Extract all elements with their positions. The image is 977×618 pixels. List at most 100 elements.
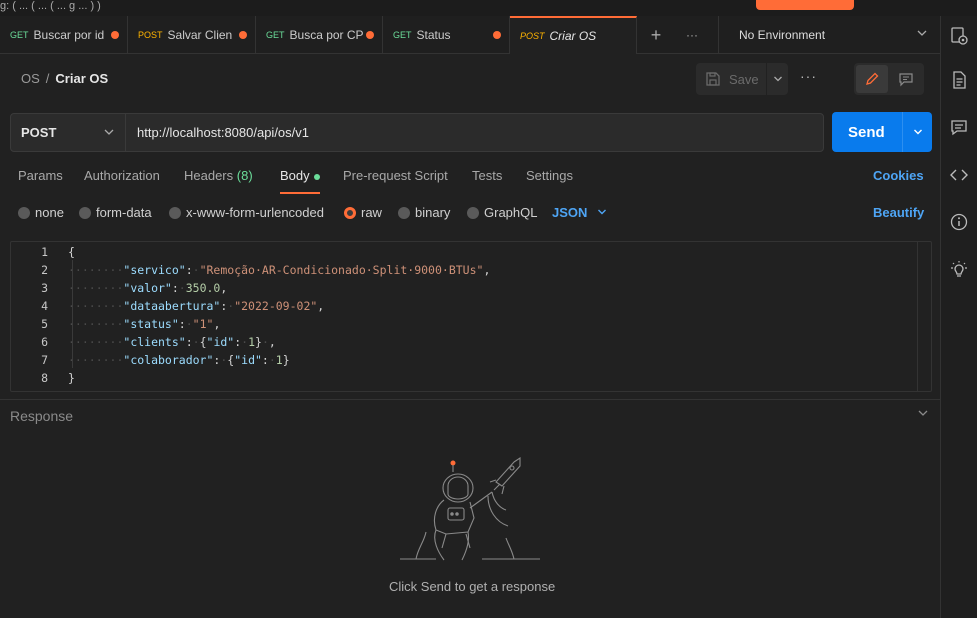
tab-busca-por-cpf[interactable]: GET Busca por CPF — [256, 16, 383, 54]
lightbulb-icon[interactable] — [948, 259, 970, 281]
collapse-chevron-icon[interactable] — [917, 407, 929, 419]
radio-circle — [398, 206, 410, 219]
tab-criar-os[interactable]: POST Criar OS — [510, 16, 637, 54]
line-number: 5 — [41, 317, 48, 331]
tab-method: GET — [10, 30, 29, 40]
comment-icon — [899, 73, 913, 87]
editor-scrollbar[interactable] — [917, 242, 931, 391]
breadcrumb-separator: / — [45, 71, 50, 86]
tab-method: POST — [138, 30, 163, 40]
send-button[interactable]: Send — [832, 112, 932, 152]
tab-body-label: Body — [280, 168, 310, 183]
empty-response-message: Click Send to get a response — [389, 579, 556, 594]
beautify-link[interactable]: Beautify — [873, 205, 924, 220]
upgrade-button[interactable] — [756, 0, 854, 10]
code-line: { — [68, 245, 75, 259]
language-select[interactable]: JSON — [552, 205, 607, 220]
radio-label: none — [35, 205, 64, 220]
tab-method: GET — [266, 30, 285, 40]
line-number: 4 — [41, 299, 48, 313]
info-icon[interactable] — [948, 211, 970, 233]
radio-urlencoded[interactable]: x-www-form-urlencoded — [169, 205, 324, 220]
comment-mode-button[interactable] — [890, 65, 922, 93]
edit-mode-button[interactable] — [856, 65, 888, 93]
line-number: 3 — [41, 281, 48, 295]
tab-method: POST — [520, 31, 545, 41]
tab-tests[interactable]: Tests — [472, 168, 502, 183]
url-value: http://localhost:8080/api/os/v1 — [137, 125, 310, 140]
save-options-button[interactable] — [766, 63, 788, 95]
code-line: } — [68, 371, 75, 385]
radio-circle — [79, 206, 91, 219]
tab-params[interactable]: Params — [18, 168, 63, 183]
tab-label: Criar OS — [549, 29, 597, 43]
unsaved-dot — [366, 31, 374, 39]
line-number: 7 — [41, 353, 48, 367]
unsaved-dot — [239, 31, 247, 39]
request-more-button[interactable]: ··· — [800, 68, 817, 84]
save-label: Save — [729, 71, 759, 87]
tab-pre-request-script[interactable]: Pre-request Script — [343, 168, 448, 183]
method-select[interactable]: POST — [10, 113, 126, 152]
more-icon: ··· — [686, 28, 698, 42]
astronaut-rocket-icon — [400, 456, 540, 561]
view-mode-toggle — [854, 63, 924, 95]
environment-label: No Environment — [739, 28, 826, 42]
unsaved-dot — [111, 31, 119, 39]
chevron-down-icon — [917, 30, 927, 36]
radio-graphql[interactable]: GraphQL — [467, 205, 537, 220]
response-title: Response — [10, 408, 74, 424]
method-label: POST — [21, 125, 57, 140]
tab-body[interactable]: Body — [280, 168, 320, 183]
documentation-icon[interactable] — [948, 69, 970, 91]
tab-more-button[interactable]: ··· — [674, 16, 710, 54]
radio-none[interactable]: none — [18, 205, 64, 220]
more-icon: ··· — [800, 68, 817, 84]
save-button[interactable]: Save — [696, 63, 788, 95]
tab-method: GET — [393, 30, 412, 40]
url-input[interactable]: http://localhost:8080/api/os/v1 — [125, 113, 824, 152]
line-number: 1 — [41, 245, 48, 259]
response-divider[interactable] — [0, 399, 940, 400]
tab-authorization[interactable]: Authorization — [84, 168, 160, 183]
tab-status[interactable]: GET Status — [383, 16, 510, 54]
chevron-down-icon — [598, 209, 607, 215]
radio-label: raw — [361, 205, 382, 220]
headers-count: (8) — [236, 168, 253, 183]
pencil-icon — [866, 72, 879, 85]
environment-quicklook-icon[interactable] — [948, 25, 970, 47]
tab-headers-label: Headers — [184, 168, 234, 183]
title-strip-text: g: ( ... ( ... ( ... g ... ) ) — [0, 0, 101, 12]
radio-label: GraphQL — [484, 205, 538, 220]
comments-icon[interactable] — [948, 116, 970, 138]
chevron-down-icon — [773, 76, 782, 82]
radio-label: x-www-form-urlencoded — [186, 205, 324, 220]
cookies-link[interactable]: Cookies — [873, 168, 924, 183]
request-name[interactable]: Criar OS — [55, 71, 108, 86]
chevron-down-icon — [104, 129, 114, 135]
unsaved-dot — [493, 31, 501, 39]
tab-settings[interactable]: Settings — [526, 168, 573, 183]
tab-headers[interactable]: Headers (8) — [184, 168, 253, 183]
radio-form-data[interactable]: form-data — [79, 205, 152, 220]
environment-select[interactable]: No Environment — [718, 16, 940, 54]
send-options-button[interactable] — [902, 112, 932, 152]
radio-label: binary — [415, 205, 451, 220]
code-icon[interactable] — [948, 164, 970, 186]
new-tab-button[interactable]: + — [638, 16, 674, 54]
radio-binary[interactable]: binary — [398, 205, 450, 220]
radio-circle — [467, 206, 479, 219]
line-number: 2 — [41, 263, 48, 277]
tab-label: Salvar Cliente — [167, 28, 232, 42]
code-line: ········"clients":·{"id":·1}·, — [68, 335, 276, 349]
tab-salvar-cliente[interactable]: POST Salvar Cliente — [128, 16, 256, 54]
line-number: 6 — [41, 335, 48, 349]
tab-buscar-por-id[interactable]: GET Buscar por id — [0, 16, 128, 54]
radio-circle — [18, 206, 30, 219]
radio-raw[interactable]: raw — [344, 205, 382, 220]
code-line: ········"dataabertura":·"2022-09-02", — [68, 299, 325, 313]
chevron-down-icon — [913, 129, 922, 135]
breadcrumb-parent[interactable]: OS — [21, 71, 40, 86]
code-line: ········"valor":·350.0, — [68, 281, 228, 295]
language-label: JSON — [552, 205, 588, 220]
